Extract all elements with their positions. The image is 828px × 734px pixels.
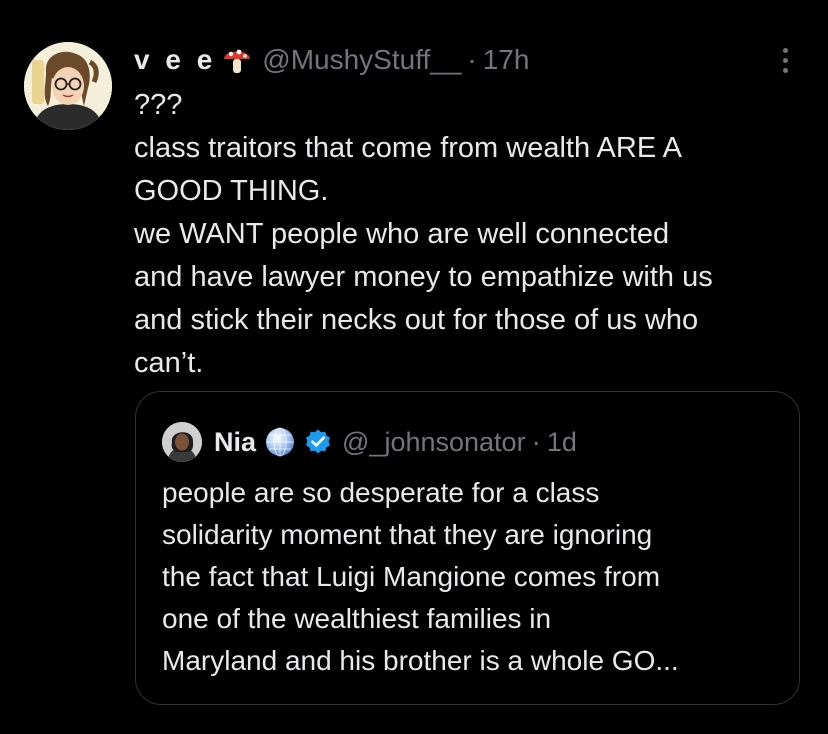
tweet-body-line: can’t. (134, 347, 204, 379)
verified-badge-icon (304, 428, 332, 456)
author-display-name[interactable]: v e e (134, 44, 216, 76)
more-dot-icon (782, 67, 788, 73)
globe-icon (264, 426, 296, 458)
tweet-body-line: GOOD THING. (134, 175, 329, 207)
tweet-body-line: we WANT people who are well connected (134, 218, 670, 250)
quoted-avatar-photo (162, 422, 202, 462)
author-avatar[interactable] (24, 42, 112, 130)
quoted-tweet-body: people are so desperate for a class soli… (162, 472, 782, 682)
quoted-author-avatar[interactable] (162, 422, 202, 462)
separator-dot: · (531, 426, 541, 457)
tweet-body-line: and stick their necks out for those of u… (134, 304, 699, 336)
more-options-button[interactable] (770, 42, 800, 78)
tweet-body: ??? class traitors that come from wealth… (134, 84, 814, 385)
author-handle[interactable]: @MushyStuff__ (262, 44, 461, 76)
tweet-body-line: ??? (134, 89, 183, 121)
more-dot-icon (782, 57, 788, 63)
quoted-author-display-name[interactable]: Nia (214, 427, 256, 458)
tweet-header: v e e @MushyStuff__ · 17h (134, 40, 529, 80)
separator-dot: · (467, 44, 477, 75)
mushroom-icon (222, 43, 252, 77)
quoted-tweet[interactable]: Nia @_johnsonator · 1d people are so des… (135, 391, 800, 705)
quoted-body-line: people are so desperate for a class (162, 477, 600, 508)
tweet[interactable]: v e e @MushyStuff__ · 17h ??? class trai… (0, 0, 828, 734)
more-dot-icon (782, 47, 788, 53)
quoted-body-line: Maryland and his brother is a whole GO..… (162, 645, 679, 676)
quoted-body-line: solidarity moment that they are ignoring (162, 519, 653, 550)
quoted-body-line: the fact that Luigi Mangione comes from (162, 561, 661, 592)
tweet-body-line: and have lawyer money to empathize with … (134, 261, 713, 293)
avatar-illustration (24, 42, 112, 130)
quoted-tweet-header: Nia @_johnsonator · 1d (162, 422, 577, 462)
tweet-timestamp[interactable]: 17h (483, 44, 530, 76)
quoted-body-line: one of the wealthiest families in (162, 603, 552, 634)
quoted-author-handle[interactable]: @_johnsonator (342, 427, 526, 458)
quoted-tweet-timestamp[interactable]: 1d (547, 427, 577, 458)
tweet-body-line: class traitors that come from wealth ARE… (134, 132, 682, 164)
